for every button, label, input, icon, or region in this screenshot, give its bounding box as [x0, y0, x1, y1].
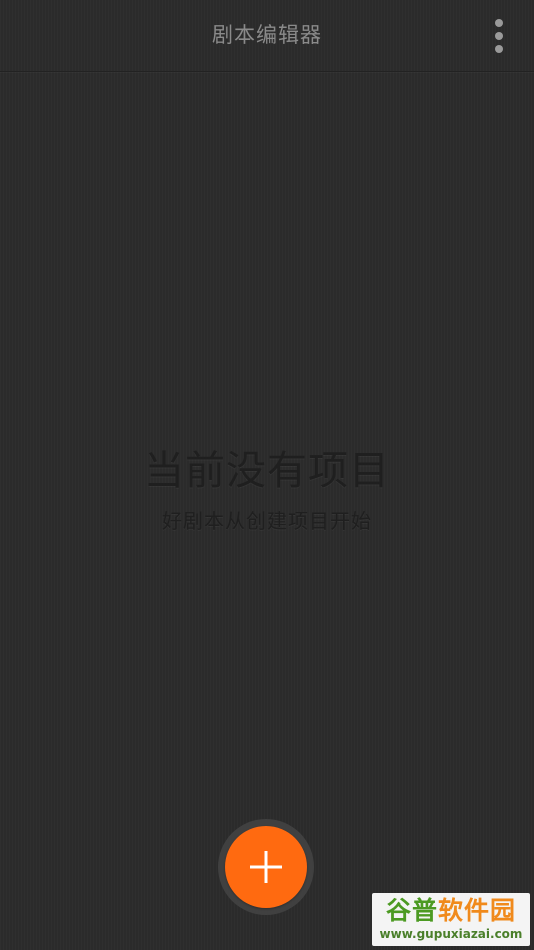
- watermark-brand-part1: 谷普: [385, 896, 438, 925]
- watermark-brand-part2: 软件园: [438, 896, 517, 925]
- empty-state-subtitle: 好剧本从创建项目开始: [162, 509, 372, 533]
- fab-container: [218, 819, 314, 915]
- overflow-menu-button[interactable]: [484, 16, 514, 56]
- watermark-brand: 谷普软件园: [372, 897, 530, 925]
- app-screen: 剧本编辑器 当前没有项目 好剧本从创建项目开始 谷普软件园 www.gupuxi…: [0, 0, 534, 950]
- watermark-url: www.gupuxiazai.com: [379, 927, 523, 941]
- app-title: 剧本编辑器: [212, 23, 322, 47]
- top-app-bar: 剧本编辑器: [0, 0, 534, 72]
- more-vert-icon-dot-3: [495, 45, 503, 53]
- plus-icon: [250, 851, 282, 883]
- create-project-button[interactable]: [225, 826, 307, 908]
- more-vert-icon: [495, 19, 503, 27]
- watermark-logo: 谷普软件园 www.gupuxiazai.com: [372, 893, 530, 946]
- empty-state: 当前没有项目 好剧本从创建项目开始: [0, 445, 534, 535]
- empty-state-title: 当前没有项目: [144, 448, 390, 494]
- more-vert-icon-dot-2: [495, 32, 503, 40]
